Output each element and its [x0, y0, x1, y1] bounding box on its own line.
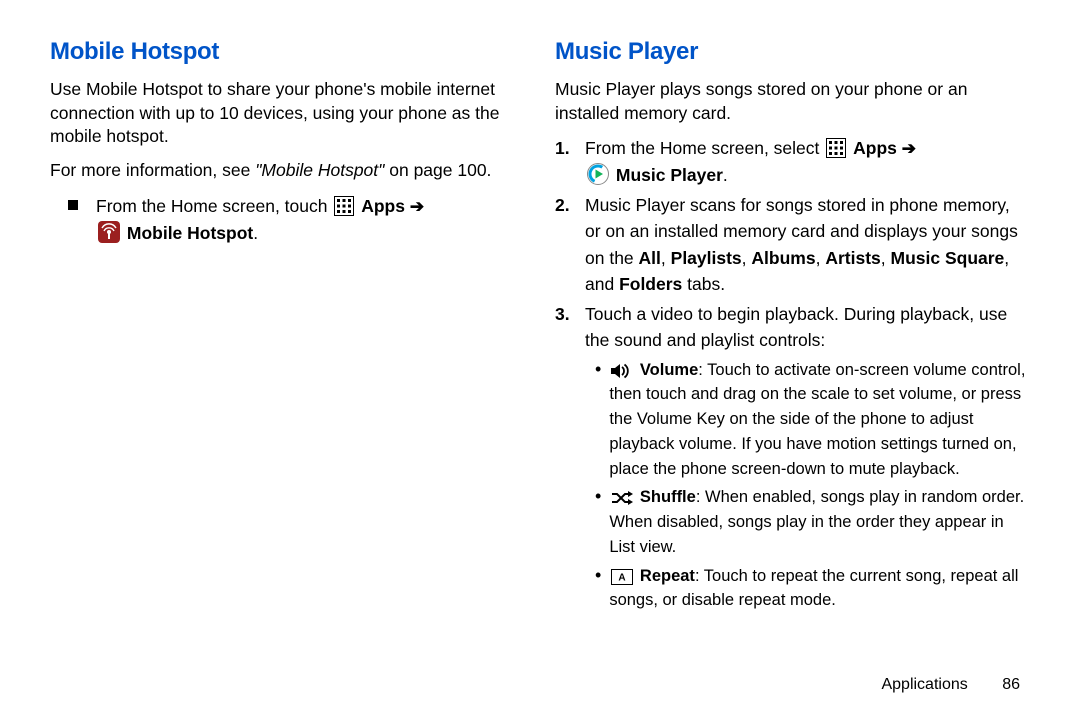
- hotspot-step: From the Home screen, touch Apps ➔ Mobil…: [68, 193, 525, 247]
- page-footer: Applications 86: [881, 676, 1020, 694]
- repeat-item: • A Repeat: Touch to repeat the current …: [595, 564, 1030, 614]
- svg-text:A: A: [619, 572, 626, 583]
- hotspot-step-content: From the Home screen, touch Apps ➔ Mobil…: [96, 193, 424, 247]
- shuffle-item: • Shuffle: When enabled, songs play in r…: [595, 485, 1030, 559]
- apps-grid-icon: [334, 196, 354, 216]
- music-step-1: 1. From the Home screen, select Apps ➔ M…: [555, 135, 1030, 188]
- mobile-hotspot-heading: Mobile Hotspot: [50, 38, 525, 66]
- music-player-icon: [587, 163, 609, 185]
- step-number-3: 3.: [555, 301, 585, 354]
- step-number-2: 2.: [555, 192, 585, 297]
- repeat-icon: A: [611, 569, 633, 585]
- footer-page-number: 86: [1002, 676, 1020, 693]
- tab-music-square: Music Square: [891, 248, 1005, 268]
- bullet-dot-icon: •: [595, 485, 601, 559]
- period: .: [723, 165, 728, 185]
- footer-section: Applications: [881, 676, 967, 693]
- music-step-2: 2. Music Player scans for songs stored i…: [555, 192, 1030, 297]
- apps-grid-icon: [826, 138, 846, 158]
- step1-pre: From the Home screen, select: [585, 138, 824, 158]
- apps-label: Apps: [853, 138, 897, 158]
- hotspot-moreinfo: For more information, see "Mobile Hotspo…: [50, 159, 525, 183]
- music-step-2-content: Music Player scans for songs stored in p…: [585, 192, 1030, 297]
- apps-label: Apps: [361, 196, 405, 216]
- arrow-icon: ➔: [902, 139, 916, 158]
- volume-icon: [611, 363, 633, 379]
- moreinfo-ref: "Mobile Hotspot": [255, 160, 384, 180]
- bullet-dot-icon: •: [595, 358, 601, 482]
- bullet-dot-icon: •: [595, 564, 601, 614]
- moreinfo-post: on page 100.: [384, 160, 491, 180]
- step2-b: tabs.: [682, 274, 725, 294]
- shuffle-label: Shuffle: [640, 488, 696, 506]
- step-pre: From the Home screen, touch: [96, 196, 332, 216]
- music-intro: Music Player plays songs stored on your …: [555, 78, 1030, 125]
- hotspot-intro: Use Mobile Hotspot to share your phone's…: [50, 78, 525, 149]
- tab-playlists: Playlists: [671, 248, 742, 268]
- music-step-3-content: Touch a video to begin playback. During …: [585, 301, 1030, 354]
- music-step-3: 3. Touch a video to begin playback. Duri…: [555, 301, 1030, 354]
- hotspot-icon: [98, 221, 120, 243]
- moreinfo-pre: For more information, see: [50, 160, 255, 180]
- repeat-label: Repeat: [640, 567, 695, 585]
- tab-all: All: [639, 248, 661, 268]
- square-bullet-icon: [68, 200, 78, 210]
- music-step-1-content: From the Home screen, select Apps ➔ Musi…: [585, 135, 1030, 188]
- tab-albums: Albums: [751, 248, 815, 268]
- right-column: Music Player Music Player plays songs st…: [555, 38, 1030, 660]
- left-column: Mobile Hotspot Use Mobile Hotspot to sha…: [50, 38, 525, 660]
- volume-item: • Volume: Touch to activate on-screen vo…: [595, 358, 1030, 482]
- tab-artists: Artists: [825, 248, 880, 268]
- hotspot-label: Mobile Hotspot: [127, 223, 253, 243]
- shuffle-icon: [611, 490, 633, 506]
- music-player-heading: Music Player: [555, 38, 1030, 66]
- arrow-icon: ➔: [410, 197, 424, 216]
- period: .: [253, 223, 258, 243]
- step-number-1: 1.: [555, 135, 585, 188]
- volume-label: Volume: [640, 361, 698, 379]
- tab-folders: Folders: [619, 274, 682, 294]
- music-player-label: Music Player: [616, 165, 723, 185]
